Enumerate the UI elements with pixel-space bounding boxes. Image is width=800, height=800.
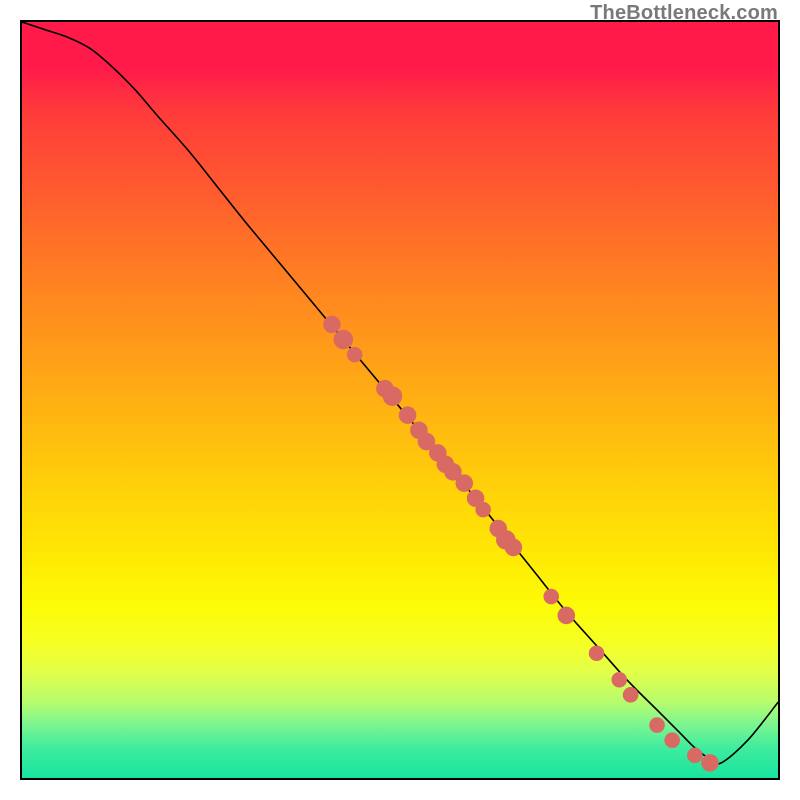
marker-group <box>327 319 715 767</box>
data-point <box>459 478 469 488</box>
data-point <box>627 691 635 699</box>
chart-container: TheBottleneck.com <box>0 0 800 800</box>
data-point <box>547 593 555 601</box>
data-point <box>593 649 601 657</box>
data-point <box>668 736 676 744</box>
data-point <box>351 351 359 359</box>
data-point <box>414 425 424 435</box>
watermark-text: TheBottleneck.com <box>590 2 778 25</box>
data-point <box>433 448 443 458</box>
data-point <box>448 467 458 477</box>
data-point <box>327 319 337 329</box>
data-point <box>705 758 715 768</box>
data-point <box>653 721 661 729</box>
data-point <box>561 610 571 620</box>
data-point <box>471 493 481 503</box>
plot-area <box>20 20 780 780</box>
data-point <box>479 506 487 514</box>
data-point <box>508 542 518 552</box>
data-point <box>386 390 398 402</box>
data-point <box>421 437 431 447</box>
data-point <box>615 676 623 684</box>
data-point <box>691 751 699 759</box>
data-point <box>403 410 413 420</box>
data-point <box>337 334 349 346</box>
curve-layer <box>22 22 778 778</box>
